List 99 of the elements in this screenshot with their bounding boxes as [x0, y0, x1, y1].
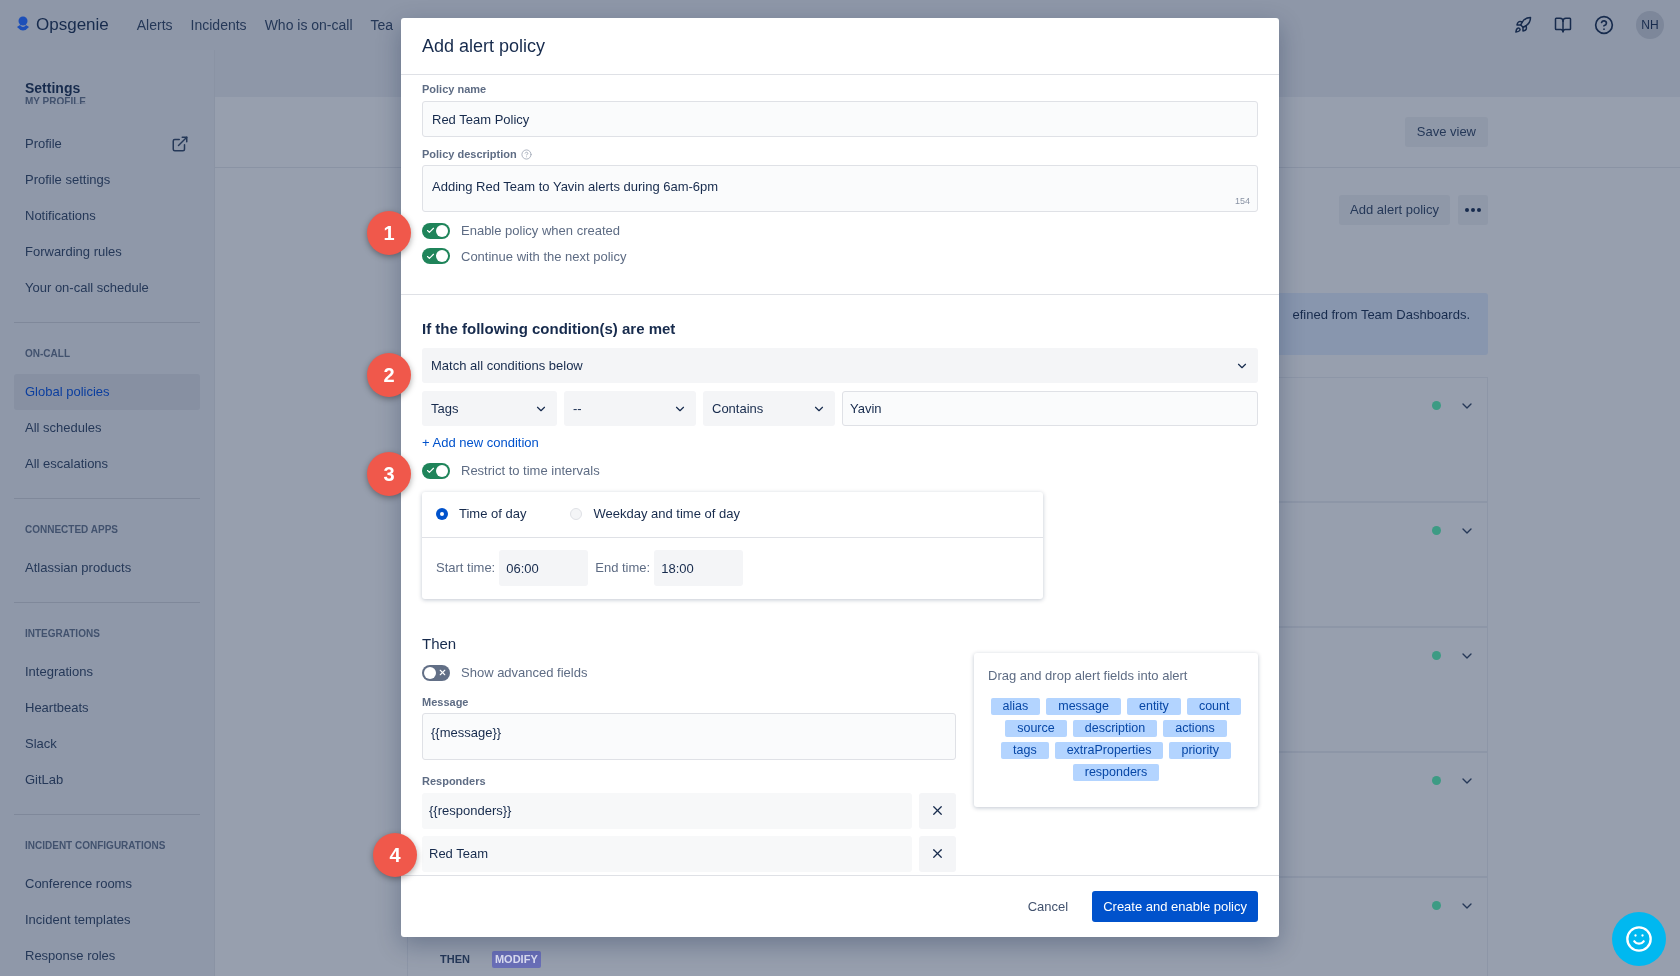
end-time-label: End time:: [595, 559, 651, 578]
chat-button[interactable]: [1612, 912, 1666, 966]
field-tag[interactable]: count: [1186, 698, 1242, 715]
user-avatar[interactable]: NH: [1636, 11, 1664, 39]
start-time-input[interactable]: 06:00: [499, 550, 589, 586]
brand-name[interactable]: Opsgenie: [36, 12, 109, 38]
add-alert-policy-button[interactable]: Add alert policy: [1339, 195, 1450, 225]
toggle-label: Show advanced fields: [461, 664, 588, 682]
dialog-title: Add alert policy: [422, 34, 546, 58]
sidebar-item[interactable]: Profile settings: [14, 162, 200, 198]
field-tag[interactable]: actions: [1163, 720, 1227, 737]
close-icon: [930, 803, 945, 818]
nav-link[interactable]: Tea: [370, 14, 394, 36]
operator-select[interactable]: Contains: [703, 391, 835, 426]
toggle-switch[interactable]: [422, 222, 450, 239]
sidebar-title: Settings: [24, 79, 82, 97]
sidebar-item[interactable]: Slack: [14, 726, 200, 762]
step-number-badge: 4: [373, 833, 417, 877]
field-label: Message: [422, 694, 470, 709]
rocket-icon[interactable]: [1514, 16, 1532, 34]
check-icon: [426, 251, 435, 261]
step-number-badge: 2: [367, 353, 411, 397]
responder-input[interactable]: {{responders}}: [422, 792, 912, 829]
field-label: Policy description: [422, 147, 517, 161]
match-select[interactable]: Match all conditions below: [422, 348, 1258, 383]
sidebar-item[interactable]: Profile: [14, 126, 200, 162]
remove-button[interactable]: [919, 835, 956, 872]
section-heading: If the following condition(s) are met: [422, 319, 677, 339]
help-icon: [520, 148, 532, 160]
then-label: THEN: [440, 952, 470, 967]
radio-option[interactable]: Weekday and time of day: [570, 504, 740, 524]
field-tag[interactable]: tags: [1001, 742, 1049, 759]
field-tag[interactable]: responders: [1072, 764, 1160, 781]
sidebar-item[interactable]: Atlassian products: [14, 550, 200, 586]
more-icon: [1465, 207, 1481, 212]
add-condition-link[interactable]: + Add new condition: [422, 435, 539, 450]
sidebar-item[interactable]: Heartbeats: [14, 690, 200, 726]
key-select[interactable]: --: [564, 391, 696, 426]
nav-link[interactable]: Incidents: [190, 14, 247, 36]
section-heading: INCIDENT CONFIGURATIONS: [24, 840, 167, 852]
condition-value-input[interactable]: Yavin: [842, 391, 1258, 426]
sidebar-item[interactable]: Forwarding rules: [14, 234, 200, 270]
toggle-switch[interactable]: [422, 664, 450, 681]
message-input[interactable]: {{message}}: [422, 712, 956, 760]
sidebar-item[interactable]: GitLab: [14, 762, 200, 798]
field-label: Responders: [422, 773, 487, 788]
sidebar-item[interactable]: Response roles: [14, 938, 200, 974]
field-tag[interactable]: priority: [1169, 742, 1231, 759]
more-button[interactable]: [1458, 195, 1488, 225]
sidebar-item[interactable]: Conference rooms: [14, 866, 200, 902]
radio-option[interactable]: Time of day: [436, 504, 527, 524]
field-tag[interactable]: description: [1072, 720, 1158, 737]
field-tag[interactable]: message: [1046, 698, 1121, 715]
toggle-label: Restrict to time intervals: [461, 462, 600, 480]
close-icon: [930, 846, 945, 861]
field-tag[interactable]: extraProperties: [1054, 742, 1164, 759]
create-policy-button[interactable]: Create and enable policy: [1092, 890, 1258, 923]
help-icon[interactable]: [1594, 15, 1614, 35]
sidebar-item[interactable]: Notifications: [14, 198, 200, 234]
external-link-icon: [171, 135, 189, 153]
field-tag[interactable]: alias: [990, 698, 1041, 715]
toggle-switch[interactable]: [422, 462, 450, 479]
sidebar-item[interactable]: Global policies: [14, 374, 200, 410]
nav-link[interactable]: Who is on-call: [264, 14, 353, 36]
toggle-label: Continue with the next policy: [461, 247, 627, 266]
start-time-label: Start time:: [436, 559, 496, 578]
book-icon[interactable]: [1554, 16, 1572, 34]
character-counter: 154: [1234, 194, 1250, 208]
field-label: Policy name: [422, 82, 488, 96]
section-heading: ON-CALL: [24, 348, 71, 360]
sidebar-item[interactable]: All escalations: [14, 446, 200, 482]
sidebar-item[interactable]: Integrations: [14, 654, 200, 690]
toggle-switch[interactable]: [422, 248, 450, 265]
section-heading: CONNECTED APPS: [24, 524, 119, 536]
cross-icon: [438, 668, 447, 678]
section-heading: Then: [422, 633, 458, 654]
remove-button[interactable]: [919, 792, 956, 829]
step-number-badge: 3: [367, 452, 411, 496]
sidebar-item[interactable]: All schedules: [14, 410, 200, 446]
field-tag[interactable]: entity: [1127, 698, 1181, 715]
action-tag: MODIFY: [491, 951, 541, 968]
sidebar-item[interactable]: Your on-call schedule: [14, 270, 200, 306]
field-tag[interactable]: source: [1005, 720, 1067, 737]
chat-icon: [1625, 925, 1653, 953]
panel-title: Drag and drop alert fields into alert: [988, 666, 1189, 685]
cancel-button[interactable]: Cancel: [1017, 890, 1079, 923]
check-icon: [426, 226, 435, 236]
description-textarea[interactable]: Adding Red Team to Yavin alerts during 6am-6pm 154: [422, 165, 1258, 212]
section-heading: INTEGRATIONS: [24, 628, 101, 640]
sidebar-item[interactable]: Incident templates: [14, 902, 200, 938]
policy-name-input[interactable]: Red Team Policy: [422, 101, 1258, 137]
toggle-label: Enable policy when created: [461, 222, 620, 240]
end-time-input[interactable]: 18:00: [654, 550, 744, 586]
responder-input[interactable]: Red Team: [422, 835, 912, 872]
step-number-badge: 1: [367, 211, 411, 255]
nav-link[interactable]: Alerts: [136, 14, 173, 36]
field-select[interactable]: Tags: [422, 391, 557, 426]
check-icon: [426, 466, 435, 476]
save-view-button[interactable]: Save view: [1404, 117, 1488, 147]
